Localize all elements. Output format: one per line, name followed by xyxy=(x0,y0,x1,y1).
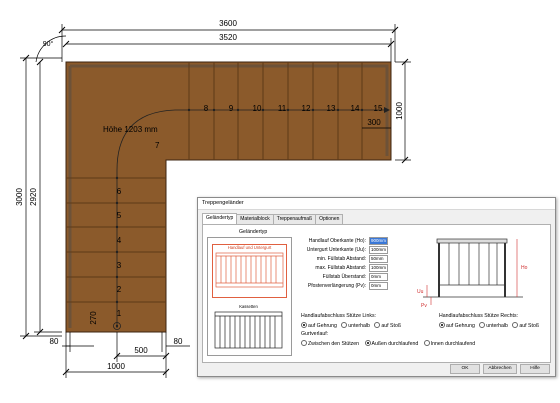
dim-bottom-right-80: 80 xyxy=(174,337,183,346)
ok-button[interactable]: OK xyxy=(450,364,480,374)
dim-left-inner: 2920 xyxy=(29,188,38,206)
field-label: Handlauf Oberkante (Ho): xyxy=(308,238,366,244)
tab-panel: Geländertyp Handlauf und Untergurt Kasse… xyxy=(202,224,551,363)
landing-number: 7 xyxy=(155,141,160,150)
height-label: Höhe 1203 mm xyxy=(103,125,158,134)
preview-pv-label: Pv xyxy=(421,303,427,309)
step-number: 8 xyxy=(204,104,209,113)
step-number: 10 xyxy=(253,104,262,113)
post-extension-field[interactable]: 0mm xyxy=(369,282,388,290)
left-end-label: Handlaufabschluss Stütze Links: xyxy=(301,313,376,319)
dim-bottom-500: 500 xyxy=(134,346,148,355)
radio-left-butt[interactable]: auf Stoß xyxy=(374,322,401,329)
list-item[interactable]: Kassetten xyxy=(212,304,285,354)
radio-left-miter[interactable]: auf Gehrung xyxy=(301,322,337,329)
step-number: 12 xyxy=(302,104,311,113)
step-number: 6 xyxy=(117,187,122,196)
tab-railing-type[interactable]: Geländertyp xyxy=(202,213,238,224)
dim-right-height: 1000 xyxy=(395,102,404,120)
field-label: Füllstab Überstand: xyxy=(322,274,366,280)
tab-stair-measurement[interactable]: Treppenaufmaß xyxy=(272,214,317,224)
dim-bottom-left-80: 80 xyxy=(50,337,59,346)
step-number: 3 xyxy=(117,261,122,270)
cancel-button[interactable]: Abbrechen xyxy=(483,364,517,374)
radio-gurt-inner[interactable]: Innen durchlaufend xyxy=(423,340,475,347)
railing-type-list[interactable]: Handlauf und Untergurt Kassetten xyxy=(207,237,292,356)
railing-dimension-preview: Ho Uu Pv xyxy=(417,238,528,309)
field-label: max. Füllstab Abstand: xyxy=(315,265,366,271)
angle-label: 90° xyxy=(43,40,54,48)
dim-300: 300 xyxy=(367,118,381,127)
railing-dialog: Treppengeländer Geländertyp Materialbloc… xyxy=(197,197,556,377)
dim-left-outer: 3000 xyxy=(15,188,24,206)
min-baluster-spacing-field[interactable]: 50mm xyxy=(369,255,388,263)
radio-right-butt[interactable]: auf Stoß xyxy=(512,322,539,329)
radio-right-miter[interactable]: auf Gehrung xyxy=(439,322,475,329)
field-label: min. Füllstab Abstand: xyxy=(316,256,366,262)
field-label: Untergurt Unterkante (Uu): xyxy=(306,247,366,253)
right-end-label: Handlaufabschluss Stütze Rechts: xyxy=(439,313,519,319)
radio-left-below[interactable]: unterhalb xyxy=(341,322,370,329)
radio-right-below[interactable]: unterhalb xyxy=(479,322,508,329)
handrail-top-field[interactable]: 900mm xyxy=(369,237,388,245)
undergirt-bottom-field[interactable]: 100mm xyxy=(369,246,388,254)
step-number: 1 xyxy=(117,309,122,318)
tab-options[interactable]: Optionen xyxy=(315,214,344,224)
dialog-title: Treppengeländer xyxy=(198,198,555,210)
step-number: 11 xyxy=(278,104,287,113)
step-number: 2 xyxy=(117,285,122,294)
step-number: 4 xyxy=(117,236,122,245)
step-number: 14 xyxy=(351,104,360,113)
radio-gurt-between[interactable]: Zwischen den Stützen xyxy=(301,340,359,347)
right-end-options: auf Gehrung unterhalb auf Stoß xyxy=(439,322,539,329)
step-number: 9 xyxy=(229,104,234,113)
dim-top-inner: 3520 xyxy=(219,33,237,42)
radio-gurt-outer[interactable]: Außen durchlaufend xyxy=(364,340,418,347)
gurt-label: Gurtverlauf: xyxy=(301,331,329,337)
left-end-options: auf Gehrung unterhalb auf Stoß xyxy=(301,322,401,329)
dim-270: 270 xyxy=(89,311,98,325)
tab-material-block[interactable]: Materialblock xyxy=(236,214,274,224)
help-button[interactable]: Hilfe xyxy=(520,364,550,374)
step-number: 15 xyxy=(374,104,383,113)
preview-uu-label: Uu xyxy=(417,289,424,295)
dim-top-outer: 3600 xyxy=(219,19,237,28)
railing-type-label: Geländertyp xyxy=(239,229,268,235)
field-label: Pfostenverlängerung (Pv): xyxy=(307,283,366,289)
cassette-preview-icon xyxy=(214,311,283,349)
gurt-options: Zwischen den Stützen Außen durchlaufend … xyxy=(301,340,475,347)
step-number: 13 xyxy=(327,104,336,113)
baluster-overhang-field[interactable]: 0mm xyxy=(369,273,388,281)
preview-ho-label: Ho xyxy=(521,265,528,271)
step-number: 5 xyxy=(117,211,122,220)
max-baluster-spacing-field[interactable]: 100mm xyxy=(369,264,388,272)
dim-bottom-1000: 1000 xyxy=(107,362,125,371)
dialog-tabs: Geländertyp Materialblock Treppenaufmaß … xyxy=(202,213,344,224)
